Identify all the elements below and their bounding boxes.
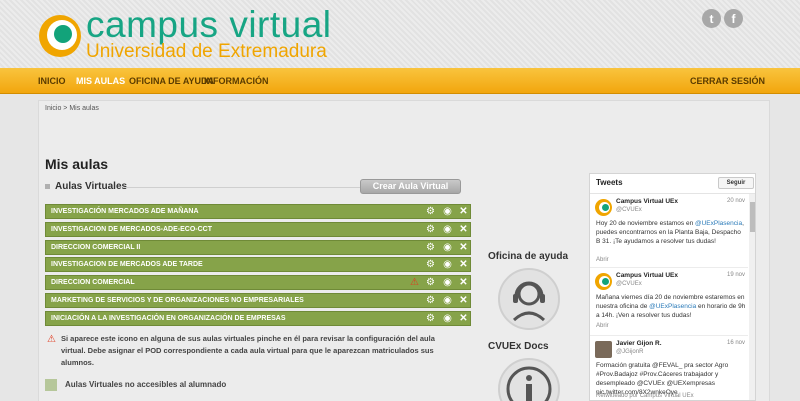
- close-icon[interactable]: ✕: [458, 224, 469, 235]
- legend-label: Aulas Virtuales no accesibles al alumnad…: [65, 380, 227, 389]
- retweet-note: Retwitteado por Campus Virtual UEx: [596, 393, 694, 399]
- aula-row[interactable]: INICIACIÓN A LA INVESTIGACIÓN EN ORGANIZ…: [45, 310, 471, 326]
- page-title: Mis aulas: [45, 156, 109, 172]
- tweet-date[interactable]: 19 nov: [727, 272, 745, 278]
- aula-row[interactable]: DIRECCION COMERCIAL II ⚙ ◉ ✕: [45, 239, 471, 255]
- aula-name[interactable]: INICIACIÓN A LA INVESTIGACIÓN EN ORGANIZ…: [51, 312, 286, 326]
- create-aula-button[interactable]: Crear Aula Virtual: [360, 179, 461, 194]
- eye-icon[interactable]: ◉: [442, 277, 453, 288]
- aula-row[interactable]: DIRECCION COMERCIAL ⚠ ⚙ ◉ ✕: [45, 275, 471, 291]
- aula-row[interactable]: MARKETING DE SERVICIOS Y DE ORGANIZACION…: [45, 292, 471, 308]
- eye-icon[interactable]: ◉: [442, 313, 453, 324]
- docs-title[interactable]: CVUEx Docs: [488, 341, 549, 352]
- tweet-author[interactable]: Campus Virtual UEx: [616, 198, 678, 205]
- aula-row[interactable]: INVESTIGACIÓN MERCADOS ADE MAÑANA ⚙ ◉ ✕: [45, 204, 471, 219]
- nav-mis-aulas[interactable]: MIS AULAS: [76, 68, 125, 94]
- breadcrumb[interactable]: Inicio > Mis aulas: [45, 105, 99, 112]
- aula-row[interactable]: INVESTIGACION DE MERCADOS ADE TARDE ⚙ ◉ …: [45, 257, 471, 273]
- aula-row[interactable]: INVESTIGACION DE MERCADOS-ADE-ECO-CCT ⚙ …: [45, 221, 471, 237]
- headset-icon[interactable]: [498, 268, 560, 330]
- warning-note-text: Si aparece este icono en alguna de sus a…: [61, 334, 435, 367]
- tweet-handle[interactable]: @JGijonR: [616, 349, 643, 355]
- tweet-handle[interactable]: @CVUEx: [616, 207, 642, 213]
- uex-logo-icon[interactable]: [39, 15, 81, 57]
- gear-icon[interactable]: ⚙: [425, 295, 436, 306]
- help-title[interactable]: Oficina de ayuda: [488, 251, 568, 262]
- close-icon[interactable]: ✕: [458, 259, 469, 270]
- section-divider: [123, 187, 363, 188]
- gear-icon[interactable]: ⚙: [425, 313, 436, 324]
- warning-icon[interactable]: ⚠: [409, 277, 420, 288]
- aula-name[interactable]: INVESTIGACION DE MERCADOS-ADE-ECO-CCT: [51, 223, 212, 237]
- tweets-widget: Tweets Seguir Campus Virtual UEx @CVUEx …: [589, 173, 756, 401]
- avatar[interactable]: [595, 273, 612, 290]
- tweet-author[interactable]: Javier Gijon R.: [616, 340, 662, 347]
- gear-icon[interactable]: ⚙: [425, 242, 436, 253]
- aulas-list: INVESTIGACIÓN MERCADOS ADE MAÑANA ⚙ ◉ ✕ …: [45, 204, 471, 329]
- close-icon[interactable]: ✕: [458, 295, 469, 306]
- tweet-handle[interactable]: @CVUEx: [616, 281, 642, 287]
- site-title[interactable]: campus virtual: [86, 4, 332, 46]
- gear-icon[interactable]: ⚙: [425, 206, 436, 217]
- twitter-icon[interactable]: t: [702, 9, 721, 28]
- tweets-scrollbar[interactable]: [749, 194, 755, 400]
- tweet-date[interactable]: 20 nov: [727, 198, 745, 204]
- aula-name[interactable]: INVESTIGACION DE MERCADOS ADE TARDE: [51, 258, 203, 272]
- tweet-item[interactable]: Javier Gijon R. @JGijonR 16 nov Formació…: [590, 336, 748, 400]
- tweet-mention[interactable]: @UExPlasencia: [649, 303, 696, 310]
- tweet-item[interactable]: Campus Virtual UEx @CVUEx 19 nov Mañana …: [590, 268, 748, 336]
- tweet-text: Hoy 20 de noviembre estamos en @UExPlase…: [596, 220, 744, 245]
- close-icon[interactable]: ✕: [458, 242, 469, 253]
- nav-oficina-ayuda[interactable]: OFICINA DE AYUDA: [129, 68, 214, 94]
- tweet-date[interactable]: 16 nov: [727, 340, 745, 346]
- legend-swatch: [45, 379, 57, 391]
- follow-button[interactable]: Seguir: [718, 177, 754, 189]
- section-bullet: [45, 184, 50, 189]
- aula-name[interactable]: INVESTIGACIÓN MERCADOS ADE MAÑANA: [51, 205, 199, 219]
- eye-icon[interactable]: ◉: [442, 259, 453, 270]
- gear-icon[interactable]: ⚙: [425, 224, 436, 235]
- eye-icon[interactable]: ◉: [442, 206, 453, 217]
- tweets-title: Tweets: [596, 178, 623, 187]
- close-icon[interactable]: ✕: [458, 277, 469, 288]
- eye-icon[interactable]: ◉: [442, 224, 453, 235]
- aula-name[interactable]: DIRECCION COMERCIAL: [51, 276, 135, 290]
- site-header: campus virtual Universidad de Extremadur…: [0, 0, 800, 68]
- tweet-text: Formación gratuita @FEVAL_ pra sector Ag…: [596, 362, 729, 396]
- tweet-text: Mañana viernes día 20 de noviembre estar…: [596, 294, 746, 319]
- avatar[interactable]: [595, 341, 612, 358]
- close-icon[interactable]: ✕: [458, 206, 469, 217]
- aula-name[interactable]: MARKETING DE SERVICIOS Y DE ORGANIZACION…: [51, 294, 304, 308]
- gear-icon[interactable]: ⚙: [425, 277, 436, 288]
- tweet-open-link[interactable]: Abrir: [596, 257, 609, 263]
- nav-informacion[interactable]: INFORMACIÓN: [204, 68, 269, 94]
- logout-button[interactable]: CERRAR SESIÓN: [690, 68, 765, 94]
- tweet-mention[interactable]: @UExPlasencia: [695, 220, 742, 227]
- main-nav: INICIO MIS AULAS OFICINA DE AYUDA INFORM…: [0, 68, 800, 94]
- nav-inicio[interactable]: INICIO: [38, 68, 66, 94]
- gear-icon[interactable]: ⚙: [425, 259, 436, 270]
- tweet-item[interactable]: Campus Virtual UEx @CVUEx 20 nov Hoy 20 …: [590, 194, 748, 268]
- aula-name[interactable]: DIRECCION COMERCIAL II: [51, 241, 140, 255]
- warning-icon: ⚠: [47, 334, 56, 345]
- legend: Aulas Virtuales no accesibles al alumnad…: [45, 379, 345, 393]
- info-icon[interactable]: [498, 358, 560, 401]
- close-icon[interactable]: ✕: [458, 313, 469, 324]
- tweet-author[interactable]: Campus Virtual UEx: [616, 272, 678, 279]
- eye-icon[interactable]: ◉: [442, 295, 453, 306]
- facebook-icon[interactable]: f: [724, 9, 743, 28]
- section-label: Aulas Virtuales: [55, 181, 128, 192]
- tweets-header: Tweets Seguir: [590, 174, 755, 194]
- site-subtitle: Universidad de Extremadura: [86, 41, 327, 62]
- tweet-open-link[interactable]: Abrir: [596, 323, 609, 329]
- scrollbar-thumb[interactable]: [750, 202, 755, 232]
- eye-icon[interactable]: ◉: [442, 242, 453, 253]
- avatar[interactable]: [595, 199, 612, 216]
